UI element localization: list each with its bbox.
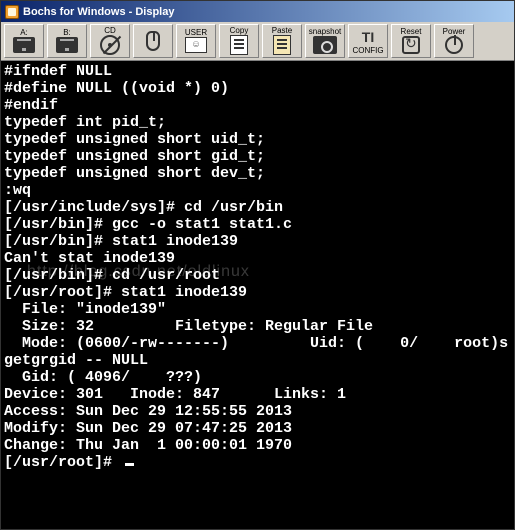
- cursor: [125, 463, 134, 466]
- terminal-line: Gid: ( 4096/ ???): [4, 369, 511, 386]
- terminal-line: [/usr/bin]# stat1 inode139: [4, 233, 511, 250]
- drive-b-label: B:: [63, 29, 71, 37]
- drive-a-button[interactable]: A:: [4, 24, 44, 58]
- terminal-line: Size: 32 Filetype: Regular File: [4, 318, 511, 335]
- reset-icon: [402, 36, 420, 54]
- user-button[interactable]: USER: [176, 24, 216, 58]
- window-title: Bochs for Windows - Display: [23, 6, 174, 18]
- user-label: USER: [185, 29, 207, 37]
- floppy-icon: [56, 37, 78, 53]
- config-icon: TI: [359, 27, 377, 47]
- app-icon: [5, 5, 19, 19]
- paste-button[interactable]: Paste: [262, 24, 302, 58]
- terminal-line: [/usr/root]#: [4, 454, 511, 471]
- terminal-line: [/usr/bin]# gcc -o stat1 stat1.c: [4, 216, 511, 233]
- drive-b-button[interactable]: B:: [47, 24, 87, 58]
- terminal-line: typedef int pid_t;: [4, 114, 511, 131]
- reset-button[interactable]: Reset: [391, 24, 431, 58]
- terminal-line: File: "inode139": [4, 301, 511, 318]
- drive-a-label: A:: [20, 29, 28, 37]
- snapshot-label: snapshot: [309, 28, 341, 36]
- titlebar[interactable]: Bochs for Windows - Display: [1, 1, 514, 22]
- user-icon: [185, 37, 207, 53]
- terminal-line: typedef unsigned short gid_t;: [4, 148, 511, 165]
- mouse-icon: [146, 31, 160, 51]
- terminal-line: Access: Sun Dec 29 12:55:55 2013: [4, 403, 511, 420]
- terminal-line: Modify: Sun Dec 29 07:47:25 2013: [4, 420, 511, 437]
- terminal-line: [/usr/include/sys]# cd /usr/bin: [4, 199, 511, 216]
- terminal-line: Change: Thu Jan 1 00:00:01 1970: [4, 437, 511, 454]
- drive-cd-button[interactable]: CD: [90, 24, 130, 58]
- terminal-line: :wq: [4, 182, 511, 199]
- terminal[interactable]: http://blog.csdn.net/oldlinux #ifndef NU…: [1, 61, 514, 529]
- snapshot-button[interactable]: snapshot: [305, 24, 345, 58]
- toolbar: A: B: CD USER Copy Paste snapshot: [1, 22, 514, 61]
- terminal-line: getgrgid -- NULL: [4, 352, 511, 369]
- app-window: Bochs for Windows - Display A: B: CD USE…: [0, 0, 515, 530]
- terminal-line: [/usr/root]# stat1 inode139: [4, 284, 511, 301]
- terminal-line: typedef unsigned short uid_t;: [4, 131, 511, 148]
- copy-button[interactable]: Copy: [219, 24, 259, 58]
- cd-icon: [100, 35, 120, 55]
- paste-icon: [273, 35, 291, 55]
- mouse-button[interactable]: [133, 24, 173, 58]
- terminal-line: #endif: [4, 97, 511, 114]
- terminal-line: #define NULL ((void *) 0): [4, 80, 511, 97]
- reset-label: Reset: [401, 28, 422, 36]
- terminal-line: Can't stat inode139: [4, 250, 511, 267]
- copy-icon: [230, 35, 248, 55]
- config-label: CONFIG: [352, 47, 383, 55]
- terminal-line: [/usr/bin]# cd /usr/root: [4, 267, 511, 284]
- copy-label: Copy: [230, 27, 249, 35]
- terminal-line: Device: 301 Inode: 847 Links: 1: [4, 386, 511, 403]
- terminal-line: #ifndef NULL: [4, 63, 511, 80]
- terminal-line: Mode: (0600/-rw-------) Uid: ( 0/ root)s: [4, 335, 511, 352]
- power-icon: [445, 36, 463, 54]
- paste-label: Paste: [272, 27, 292, 35]
- drive-cd-label: CD: [104, 27, 116, 35]
- power-button[interactable]: Power: [434, 24, 474, 58]
- camera-icon: [313, 36, 337, 54]
- config-button[interactable]: TI CONFIG: [348, 24, 388, 58]
- floppy-icon: [13, 37, 35, 53]
- terminal-line: typedef unsigned short dev_t;: [4, 165, 511, 182]
